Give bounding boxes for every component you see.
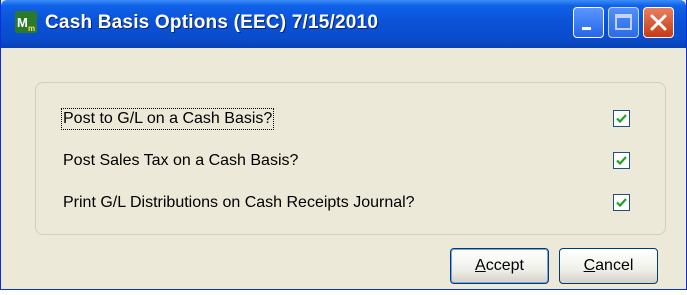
svg-text:m: m <box>28 24 35 33</box>
minimize-button[interactable] <box>573 7 604 38</box>
post-gl-cash-basis-checkbox[interactable] <box>613 110 630 127</box>
accept-button[interactable]: Accept <box>450 248 549 284</box>
post-sales-tax-cash-basis-label[interactable]: Post Sales Tax on a Cash Basis? <box>63 152 298 170</box>
accept-label: ccept <box>485 257 524 274</box>
print-gl-distributions-checkbox[interactable] <box>613 194 630 211</box>
checkmark-icon <box>616 198 627 208</box>
window-title: Cash Basis Options (EEC) 7/15/2010 <box>45 12 379 33</box>
checkmark-icon <box>616 114 627 124</box>
title-bar[interactable]: M m Cash Basis Options (EEC) 7/15/2010 <box>1 0 686 48</box>
accept-mnemonic: A <box>475 257 486 274</box>
post-gl-cash-basis-label[interactable]: Post to G/L on a Cash Basis? <box>60 108 275 130</box>
minimize-icon <box>582 27 591 30</box>
cash-basis-options-dialog: M m Cash Basis Options (EEC) 7/15/2010 P… <box>0 0 687 290</box>
close-icon <box>650 14 667 31</box>
cancel-button[interactable]: Cancel <box>559 248 658 284</box>
post-sales-tax-cash-basis-checkbox[interactable] <box>613 152 630 169</box>
mas-app-icon: M m <box>15 11 37 33</box>
cancel-mnemonic: C <box>583 257 596 274</box>
cancel-label: ancel <box>595 257 634 274</box>
svg-text:M: M <box>17 15 28 30</box>
maximize-button[interactable] <box>608 7 639 38</box>
print-gl-distributions-label[interactable]: Print G/L Distributions on Cash Receipts… <box>63 194 415 212</box>
close-button[interactable] <box>643 7 674 38</box>
checkmark-icon <box>616 156 627 166</box>
maximize-icon <box>615 14 632 30</box>
